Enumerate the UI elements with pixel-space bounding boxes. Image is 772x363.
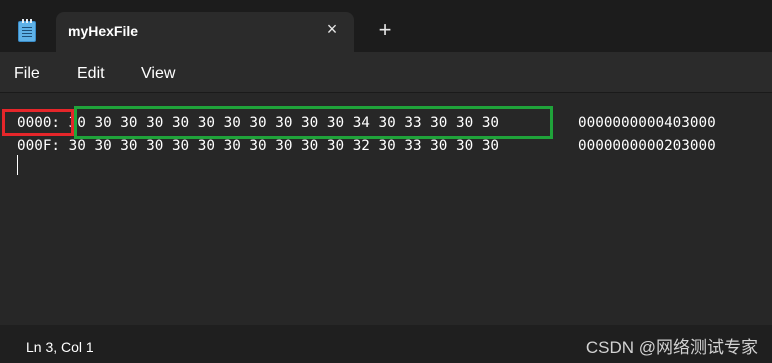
status-bar: Ln 3, Col 1 CSDN @网络测试专家	[0, 325, 772, 363]
tab-title: myHexFile	[68, 23, 139, 39]
tab-myhexfile[interactable]: myHexFile ×	[56, 12, 354, 52]
ascii-column-line-2: 0000000000203000	[578, 138, 716, 154]
csdn-watermark: CSDN @网络测试专家	[585, 338, 758, 357]
hex-bytes-highlight-box	[74, 106, 553, 139]
cursor-position: Ln 3, Col 1	[26, 339, 94, 355]
text-caret	[17, 155, 18, 175]
notepad-icon	[18, 19, 36, 42]
address-label: 000F:	[17, 138, 61, 154]
new-tab-button[interactable]: +	[374, 19, 396, 41]
close-tab-icon[interactable]: ×	[324, 20, 340, 38]
menu-bar: File Edit View	[0, 52, 772, 92]
notepad-window: myHexFile × + File Edit View 0000: 30 30…	[0, 0, 772, 363]
text-editor-area[interactable]: 0000: 30 30 30 30 30 30 30 30 30 30 30 3…	[0, 93, 772, 325]
menu-view[interactable]: View	[141, 65, 175, 83]
ascii-column-line-1: 0000000000403000	[578, 115, 716, 131]
menu-edit[interactable]: Edit	[77, 65, 105, 83]
hex-bytes: 30 30 30 30 30 30 30 30 30 30 30 32 30 3…	[68, 138, 500, 154]
title-bar: myHexFile × +	[0, 0, 772, 52]
address-highlight-box	[2, 109, 74, 136]
menu-file[interactable]: File	[14, 65, 40, 83]
hex-line-2: 000F: 30 30 30 30 30 30 30 30 30 30 30 3…	[17, 138, 499, 154]
